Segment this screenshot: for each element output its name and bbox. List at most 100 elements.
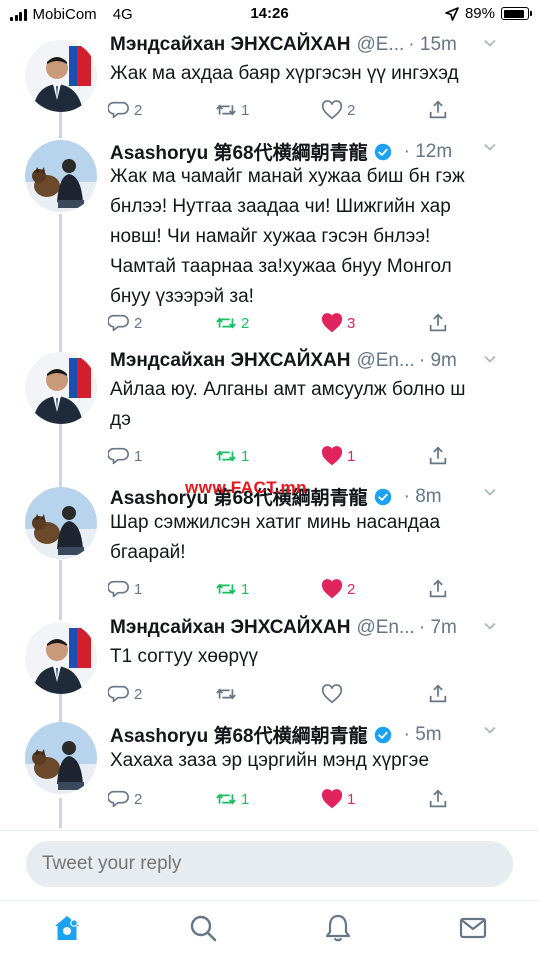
tweet-text-line: бгаарай! — [110, 542, 186, 563]
tweet-text-line: Айлаа юу. Алганы амт амсуулж болно ш — [110, 379, 466, 400]
tweet-time: · 7m — [418, 617, 457, 638]
like-button[interactable]: 1 — [321, 788, 355, 810]
tweet-actions: 2 — [108, 683, 528, 709]
thread-line — [59, 424, 62, 488]
avatar[interactable] — [25, 40, 97, 112]
home-icon[interactable] — [52, 913, 82, 943]
tweet-text-line: Жак ма ахдаа баяр хүргэсэн үү ингэхэд — [110, 63, 459, 84]
heart-icon — [321, 684, 343, 704]
share-button[interactable] — [427, 99, 449, 121]
like-button[interactable]: 2 — [321, 99, 355, 121]
thread-line — [59, 214, 62, 354]
reply-icon — [108, 101, 129, 119]
messages-icon[interactable] — [458, 913, 488, 943]
verified-icon — [374, 726, 391, 743]
thread-line — [59, 560, 62, 620]
retweet-button[interactable]: 2 — [215, 312, 249, 334]
reply-button[interactable]: 2 — [108, 312, 142, 334]
tweet-header: Мэндсайхан ЭНХСАЙХАН @En... · 9m — [110, 350, 519, 372]
tweet-text-line: Жак ма чамайг манай хужаа биш бн гэж — [110, 166, 465, 187]
tweet-text-line: бнуу үзээрэй за! — [110, 286, 254, 307]
like-button[interactable]: 3 — [321, 312, 355, 334]
reply-input[interactable] — [26, 841, 513, 887]
thread-line — [59, 798, 62, 828]
author-name[interactable]: Мэндсайхан ЭНХСАЙХАН — [110, 350, 350, 372]
retweet-icon — [216, 317, 236, 329]
share-button[interactable] — [427, 445, 449, 467]
avatar[interactable] — [25, 622, 97, 694]
like-button[interactable]: 1 — [321, 445, 355, 467]
tweet-header: Asashoryu 第68代横綱朝青龍 · 12m — [110, 138, 519, 165]
like-count: 2 — [347, 580, 356, 598]
tweet-text: Жак ма чамайг манай хужаа биш бн гэж бнлэ… — [110, 162, 520, 312]
chevron-down-icon[interactable] — [483, 140, 497, 154]
tweet-text-line: дэ — [110, 409, 131, 430]
reply-count: 2 — [134, 685, 143, 703]
tweet-text: Т1 согтуу хөөрүү — [110, 642, 520, 672]
share-icon — [429, 100, 447, 119]
heart-icon — [321, 100, 343, 120]
location-icon — [445, 6, 459, 21]
tweet-text: Жак ма ахдаа баяр хүргэсэн үү ингэхэд — [110, 59, 520, 89]
share-icon — [429, 446, 447, 465]
retweet-button[interactable]: 1 — [215, 445, 249, 467]
retweet-button[interactable]: 1 — [215, 578, 249, 600]
tweet-actions: 2 1 2 — [108, 99, 528, 125]
retweet-count: 1 — [241, 101, 250, 119]
retweet-count: 1 — [241, 447, 250, 465]
avatar[interactable] — [25, 487, 97, 559]
share-button[interactable] — [427, 578, 449, 600]
reply-button[interactable]: 2 — [108, 683, 142, 705]
tweet-time: · 12m — [403, 140, 453, 162]
chevron-down-icon[interactable] — [483, 723, 497, 737]
chevron-down-icon[interactable] — [483, 36, 497, 50]
tweet-time: · 15m — [408, 34, 457, 55]
like-button[interactable] — [321, 683, 347, 705]
thread-line — [59, 108, 62, 138]
retweet-count: 2 — [241, 314, 250, 332]
heart-icon — [321, 446, 343, 466]
share-button[interactable] — [427, 312, 449, 334]
reply-icon — [108, 790, 129, 808]
tweet-actions: 1 1 1 — [108, 445, 528, 471]
status-bar: MobiCom 4G 14:26 89% — [0, 0, 539, 30]
tweet-header: Мэндсайхан ЭНХСАЙХАН @En... · 7m — [110, 617, 519, 639]
share-button[interactable] — [427, 683, 449, 705]
like-count: 1 — [347, 447, 356, 465]
author-name[interactable]: Мэндсайхан ЭНХСАЙХАН — [110, 617, 350, 639]
reply-button[interactable]: 2 — [108, 99, 142, 121]
watermark: www.FACT.mn — [185, 478, 307, 497]
like-button[interactable]: 2 — [321, 578, 355, 600]
retweet-button[interactable]: 1 — [215, 788, 249, 810]
retweet-button[interactable]: 1 — [215, 99, 249, 121]
avatar[interactable] — [25, 140, 97, 212]
tweet-text-line: Т1 согтуу хөөрүү — [110, 646, 259, 667]
tweet-actions: 2 2 3 — [108, 312, 528, 338]
author-name[interactable]: Asashoryu 第68代横綱朝青龍 — [110, 721, 368, 748]
like-count: 2 — [347, 101, 356, 119]
chevron-down-icon[interactable] — [483, 485, 497, 499]
chevron-down-icon[interactable] — [483, 352, 497, 366]
tweet-text-line: Хахаха заза эр цэргийн мэнд хүргэе — [110, 750, 430, 771]
verified-icon — [374, 143, 391, 160]
retweet-button[interactable] — [215, 683, 241, 705]
tweet-text-line: новш! Чи намайг хужаа гэсэн бнлээ! — [110, 226, 431, 247]
author-handle: @En... — [356, 350, 415, 371]
share-icon — [429, 313, 447, 332]
reply-icon — [108, 685, 129, 703]
reply-button[interactable]: 2 — [108, 788, 142, 810]
avatar[interactable] — [25, 722, 97, 794]
heart-icon — [321, 313, 343, 333]
reply-button[interactable]: 1 — [108, 578, 142, 600]
reply-button[interactable]: 1 — [108, 445, 142, 467]
battery-icon — [501, 7, 532, 20]
chevron-down-icon[interactable] — [483, 619, 497, 633]
tweet-actions: 2 1 1 — [108, 788, 528, 814]
author-name[interactable]: Asashoryu 第68代横綱朝青龍 — [110, 138, 368, 165]
avatar[interactable] — [25, 352, 97, 424]
share-button[interactable] — [427, 788, 449, 810]
search-icon[interactable] — [188, 913, 218, 943]
battery-percent: 89% — [464, 5, 495, 22]
author-name[interactable]: Мэндсайхан ЭНХСАЙХАН — [110, 34, 350, 56]
notifications-icon[interactable] — [323, 913, 353, 943]
